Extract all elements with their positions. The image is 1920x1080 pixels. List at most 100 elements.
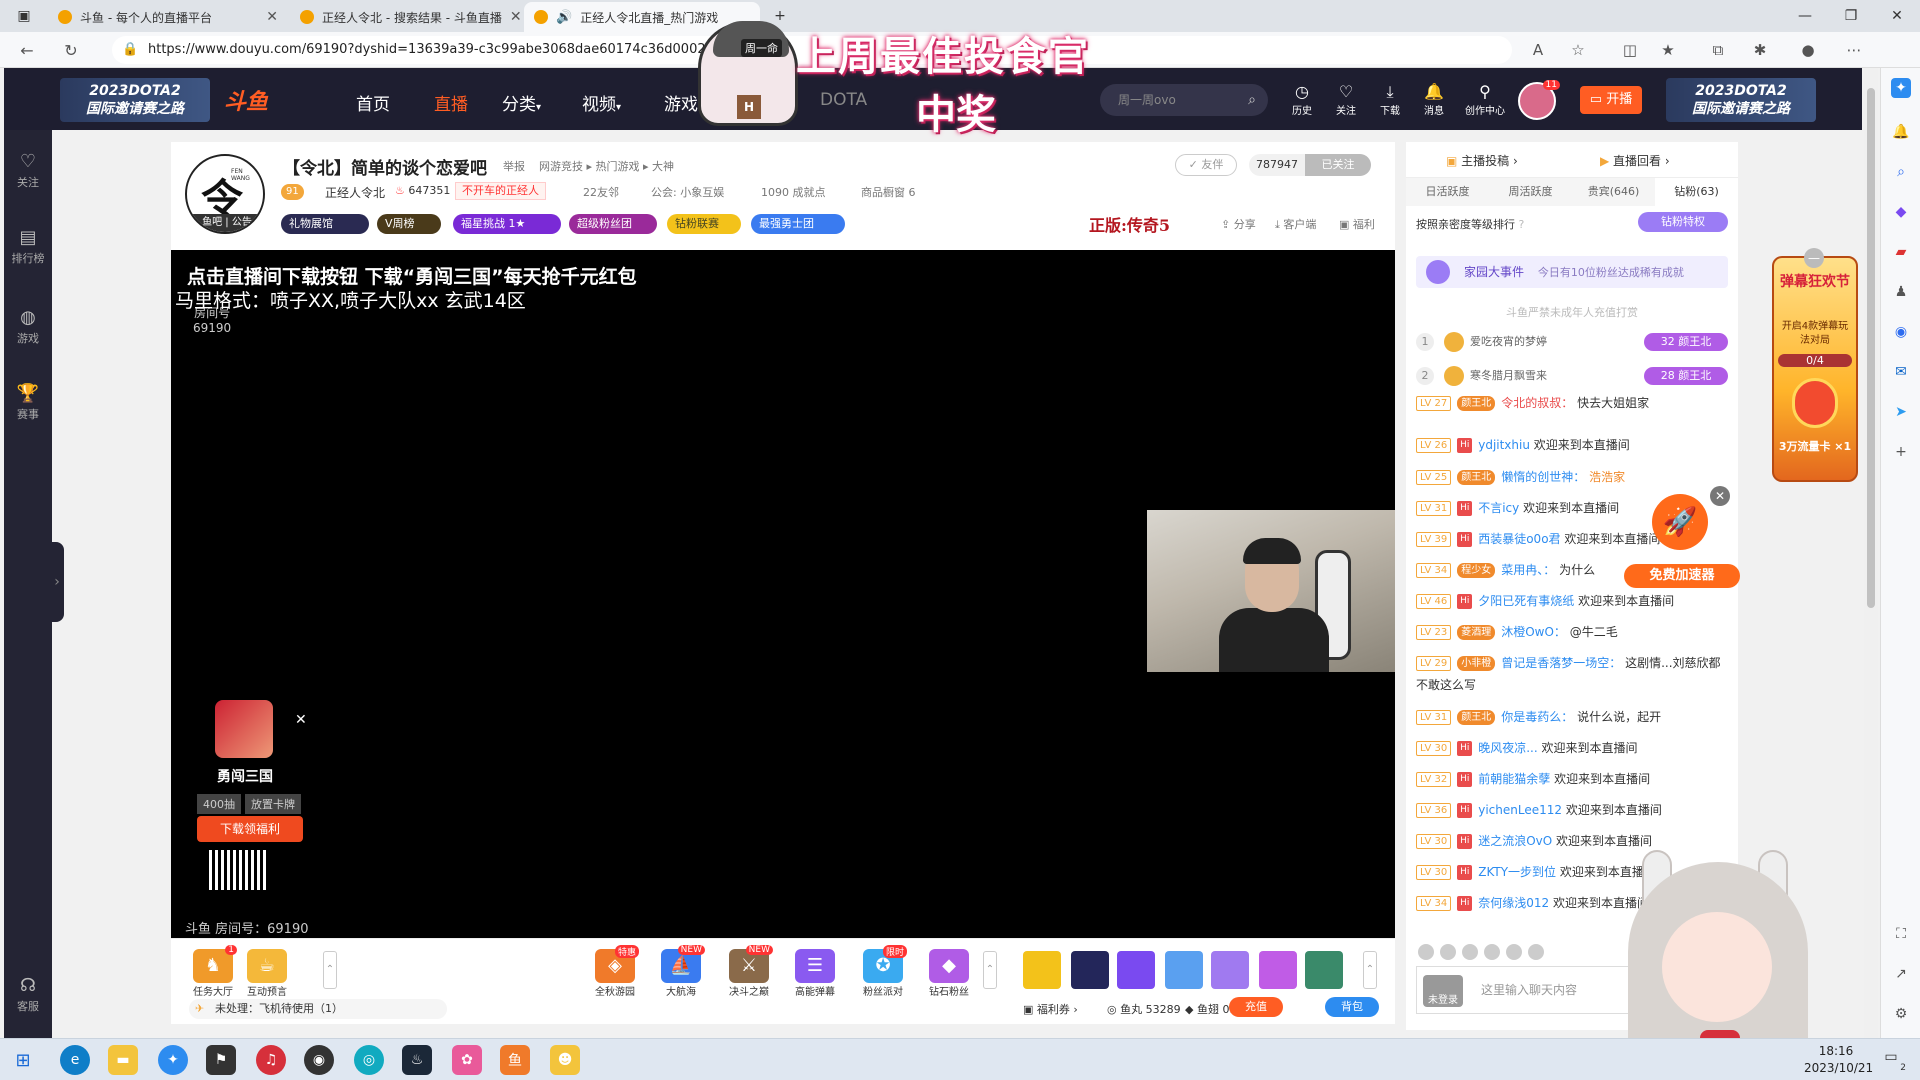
sidebar-item-service[interactable]: ☊ 客服 bbox=[4, 974, 52, 1014]
douyu-app-icon[interactable]: 鱼 bbox=[500, 1045, 530, 1075]
shop-window[interactable]: 商品橱窗 6 bbox=[861, 184, 916, 200]
expand-up-icon[interactable]: ⌃ bbox=[323, 951, 337, 989]
close-icon[interactable]: ✕ bbox=[1710, 486, 1730, 506]
app-pink-icon[interactable]: ✿ bbox=[452, 1045, 482, 1075]
speedup-widget[interactable]: 🚀 ✕ 免费加速器 bbox=[1624, 486, 1740, 592]
tools-icon[interactable]: ▰ bbox=[1891, 242, 1911, 262]
sidebar-item-follow[interactable]: ♡ 关注 bbox=[4, 150, 52, 190]
read-aloud-icon[interactable]: A bbox=[1526, 38, 1550, 62]
user-avatar[interactable]: 11 bbox=[1518, 80, 1560, 120]
replay-link[interactable]: ▶ 直播回看 › bbox=[1600, 152, 1670, 169]
shopping-icon[interactable]: ◆ bbox=[1891, 202, 1911, 222]
follow-header-button[interactable]: ♡ 关注 bbox=[1328, 82, 1364, 122]
rank-row[interactable]: 2 寒冬腊月飘雪来 28 颜王北 bbox=[1416, 364, 1728, 388]
search-icon[interactable]: ⌕ bbox=[1891, 162, 1911, 182]
voyage-button[interactable]: ⛵ 大航海 NEW bbox=[655, 945, 707, 998]
prediction-button[interactable]: ☕ 互动预言 bbox=[241, 949, 293, 998]
sidebar-expand-handle[interactable]: › bbox=[50, 542, 64, 622]
extension-icon[interactable]: ✱ bbox=[1748, 38, 1772, 62]
share-button[interactable]: ⇪ 分享 bbox=[1221, 216, 1256, 232]
collections-icon[interactable]: ⧉ bbox=[1706, 38, 1730, 62]
duel-button[interactable]: ⚔ 决斗之巅 NEW bbox=[723, 945, 775, 998]
download-welfare-button[interactable]: 下载领福利 bbox=[197, 816, 303, 842]
welfare-button[interactable]: ▣ 福利 bbox=[1339, 216, 1375, 232]
expand-up-icon[interactable]: ⌃ bbox=[1363, 951, 1377, 989]
autumn-event-button[interactable]: ◈ 全秋游园 特惠 bbox=[589, 945, 641, 998]
dota-banner-right[interactable]: 2023DOTA2 国际邀请赛之路 bbox=[1666, 78, 1816, 122]
gift-item-5[interactable] bbox=[1211, 951, 1249, 989]
diamond-privilege-button[interactable]: 钻粉特权 bbox=[1638, 212, 1728, 232]
history-button[interactable]: ◷ 历史 bbox=[1284, 82, 1320, 122]
gift-item-3[interactable] bbox=[1117, 951, 1155, 989]
douyu-logo[interactable]: 斗鱼 bbox=[224, 84, 268, 116]
streamer-avatar[interactable]: 令王 FEN WANG 鱼吧 | 公告 bbox=[185, 154, 265, 234]
sponsor-brand[interactable]: 正版:传奇5 bbox=[1089, 212, 1170, 236]
sidebar-item-game[interactable]: ◍ 游戏 bbox=[4, 306, 52, 346]
recharge-button[interactable]: 充值 bbox=[1229, 997, 1283, 1017]
scrollbar-thumb[interactable] bbox=[1867, 88, 1875, 608]
chat-input[interactable]: 这里输入聊天内容 bbox=[1481, 981, 1577, 998]
welfare-coupon[interactable]: ▣ 福利券 › bbox=[1023, 1001, 1078, 1017]
minimize-icon[interactable]: — bbox=[1804, 248, 1824, 268]
office-icon[interactable]: ◉ bbox=[1891, 322, 1911, 342]
gift-item-1[interactable] bbox=[1023, 951, 1061, 989]
creator-center-button[interactable]: ⚲ 创作中心 bbox=[1460, 82, 1510, 122]
send-icon[interactable]: ➤ bbox=[1891, 402, 1911, 422]
netease-music-icon[interactable]: ♫ bbox=[256, 1045, 286, 1075]
fan-icon[interactable] bbox=[1484, 944, 1500, 960]
add-icon[interactable]: + bbox=[1891, 442, 1911, 462]
diamond-league-pill[interactable]: 钻粉联赛 bbox=[667, 214, 741, 234]
streamer-name[interactable]: 正经人令北 bbox=[325, 184, 385, 201]
diamond-fan-button[interactable]: ◆ 钻石粉丝 bbox=[923, 949, 975, 998]
unlogged-avatar[interactable]: 未登录 bbox=[1423, 975, 1463, 1007]
game-icon-image[interactable] bbox=[215, 700, 273, 758]
home-event-banner[interactable]: 家园大事件 今日有10位粉丝达成稀有成就 bbox=[1416, 256, 1728, 288]
danmaku-button[interactable]: ☰ 高能弹幕 bbox=[789, 949, 841, 998]
search-icon[interactable]: ⌕ bbox=[1248, 84, 1256, 116]
edge-browser-icon[interactable]: e bbox=[60, 1045, 90, 1075]
steam-icon[interactable]: ♨ bbox=[402, 1045, 432, 1075]
tab-diamond-fans[interactable]: 钻粉(63) bbox=[1655, 178, 1738, 206]
star-challenge-pill[interactable]: 福星挑战 1★ bbox=[453, 214, 561, 234]
settings-gear-icon[interactable]: ⚙ bbox=[1891, 1004, 1911, 1024]
bell-icon[interactable]: 🔔 bbox=[1891, 122, 1911, 142]
screenshot-icon[interactable]: ⛶ bbox=[1891, 924, 1911, 944]
rocket-icon[interactable]: 🚀 bbox=[1652, 494, 1708, 550]
start-live-button[interactable]: ▭ 开播 bbox=[1580, 86, 1642, 114]
games-icon[interactable]: ♟ bbox=[1891, 282, 1911, 302]
audio-playing-icon[interactable]: 🔊 bbox=[556, 10, 572, 25]
close-icon[interactable]: ✕ bbox=[295, 712, 307, 728]
split-screen-icon[interactable]: ◫ bbox=[1618, 38, 1642, 62]
message-button[interactable]: 🔔 消息 bbox=[1416, 82, 1452, 122]
obs-icon[interactable]: ◉ bbox=[304, 1045, 334, 1075]
external-icon[interactable]: ↗ bbox=[1891, 964, 1911, 984]
client-button[interactable]: ⤓ 客户端 bbox=[1275, 216, 1316, 232]
browser-tab-2[interactable]: 正经人令北 - 搜索结果 - 斗鱼直播 ✕ bbox=[290, 2, 522, 32]
outlook-icon[interactable]: ✉ bbox=[1891, 362, 1911, 382]
back-icon[interactable]: ← bbox=[14, 38, 40, 62]
nav-live[interactable]: 直播 bbox=[434, 90, 468, 115]
star-icon[interactable] bbox=[1462, 944, 1478, 960]
followed-button[interactable]: 已关注 bbox=[1305, 154, 1371, 176]
friend-button[interactable]: ✓ 友伴 bbox=[1175, 154, 1237, 176]
minimize-icon[interactable]: — bbox=[1782, 0, 1828, 32]
app-blue-icon[interactable]: ✦ bbox=[158, 1045, 188, 1075]
close-tab-icon[interactable]: ✕ bbox=[266, 9, 278, 25]
gift-item-2[interactable] bbox=[1071, 951, 1109, 989]
gift-item-6[interactable] bbox=[1259, 951, 1297, 989]
warrior-group-pill[interactable]: 最强勇士团 bbox=[751, 214, 845, 234]
download-button[interactable]: ⤓ 下载 bbox=[1372, 82, 1408, 122]
report-link[interactable]: 举报 bbox=[503, 158, 525, 174]
refresh-icon[interactable]: ↻ bbox=[58, 38, 84, 62]
app-yellow-icon[interactable]: ☻ bbox=[550, 1045, 580, 1075]
dota-banner-left[interactable]: 2023DOTA2 国际邀请赛之路 bbox=[60, 78, 210, 122]
fan-party-button[interactable]: ✪ 粉丝派对 限时 bbox=[857, 945, 909, 998]
tab-daily-active[interactable]: 日活跃度 bbox=[1406, 178, 1489, 206]
browser-tab-1[interactable]: 斗鱼 - 每个人的直播平台 ✕ bbox=[48, 2, 288, 32]
notification-icon[interactable]: ▭ 2 bbox=[1880, 1049, 1906, 1073]
achievements[interactable]: 1090 成就点 bbox=[761, 184, 826, 200]
nav-video[interactable]: 视频▾ bbox=[582, 90, 621, 115]
nav-home[interactable]: 首页 bbox=[356, 90, 390, 115]
tab-vip[interactable]: 贵宾(646) bbox=[1572, 178, 1655, 206]
gift-hall-pill[interactable]: 礼物展馆 bbox=[281, 214, 369, 234]
